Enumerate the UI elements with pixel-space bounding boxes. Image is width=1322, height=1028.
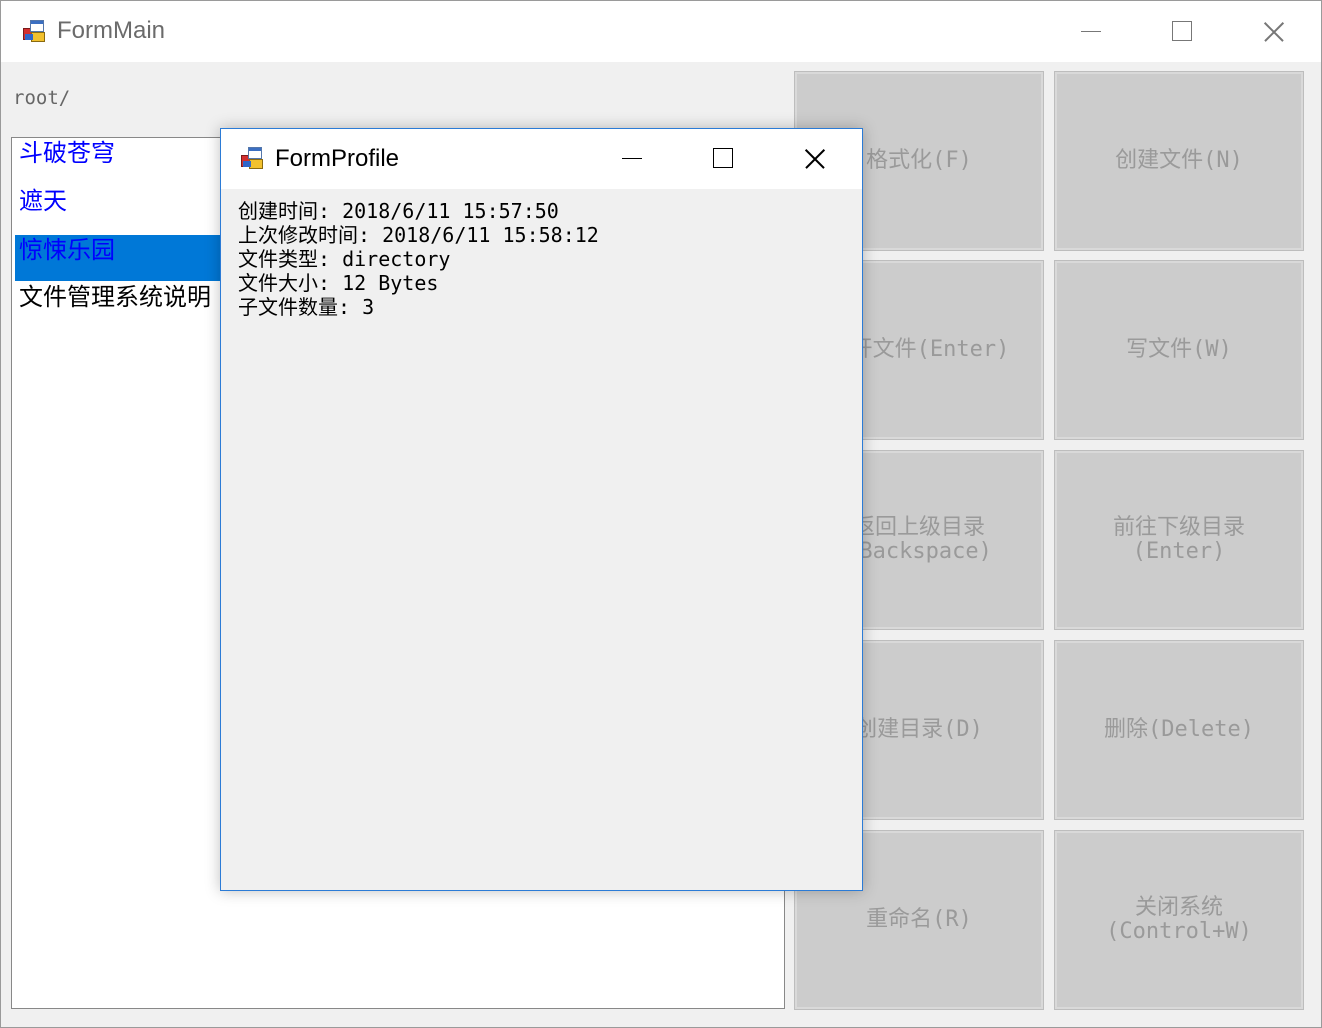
write-file-button-label: 写文件(W) [1126, 337, 1232, 362]
create-file-button[interactable]: 创建文件(N) [1054, 71, 1304, 251]
info-file-type: 文件类型: directory [238, 247, 451, 271]
write-file-button[interactable]: 写文件(W) [1054, 260, 1304, 440]
close-system-button[interactable]: 关闭系统 (Control+W) [1054, 830, 1304, 1010]
close-system-button-label: 关闭系统 [1134, 895, 1223, 920]
current-path-label: root/ [13, 87, 71, 109]
maximize-icon[interactable] [1158, 9, 1204, 55]
profile-info: 创建时间: 2018/6/11 15:57:50 上次修改时间: 2018/6/… [238, 199, 599, 319]
main-window-title: FormMain [57, 17, 166, 44]
delete-button[interactable]: 删除(Delete) [1054, 640, 1304, 820]
close-system-button-shortcut: (Control+W) [1106, 919, 1252, 944]
profile-title-bar[interactable]: FormProfile [221, 129, 862, 189]
close-icon[interactable] [790, 136, 836, 182]
minimize-icon[interactable] [608, 136, 654, 182]
minimize-icon[interactable] [1067, 9, 1113, 55]
info-created-time: 创建时间: 2018/6/11 15:57:50 [238, 199, 559, 223]
form-profile-window: FormProfile 创建时间: 2018/6/11 15:57:50 上次修… [220, 128, 863, 891]
rename-button-label: 重命名(R) [866, 907, 972, 932]
app-icon [239, 145, 267, 173]
info-child-count: 子文件数量: 3 [238, 295, 375, 319]
maximize-icon[interactable] [699, 136, 745, 182]
profile-window-title: FormProfile [275, 145, 400, 172]
go-up-directory-button-label: 返回上级目录 [852, 515, 985, 540]
create-file-button-label: 创建文件(N) [1115, 148, 1243, 173]
info-modified-time: 上次修改时间: 2018/6/11 15:58:12 [238, 223, 599, 247]
go-down-directory-button[interactable]: 前往下级目录 (Enter) [1054, 450, 1304, 630]
close-icon[interactable] [1249, 9, 1295, 55]
create-directory-button-label: 创建目录(D) [855, 717, 983, 742]
format-button-label: 格式化(F) [866, 148, 972, 173]
go-down-directory-button-shortcut: (Enter) [1132, 539, 1226, 564]
main-title-bar[interactable]: FormMain [1, 1, 1321, 62]
delete-button-label: 删除(Delete) [1104, 717, 1254, 742]
info-file-size: 文件大小: 12 Bytes [238, 271, 439, 295]
go-up-directory-button-shortcut: (Backspace) [846, 539, 992, 564]
app-icon [21, 18, 49, 46]
go-down-directory-button-label: 前往下级目录 [1112, 515, 1245, 540]
